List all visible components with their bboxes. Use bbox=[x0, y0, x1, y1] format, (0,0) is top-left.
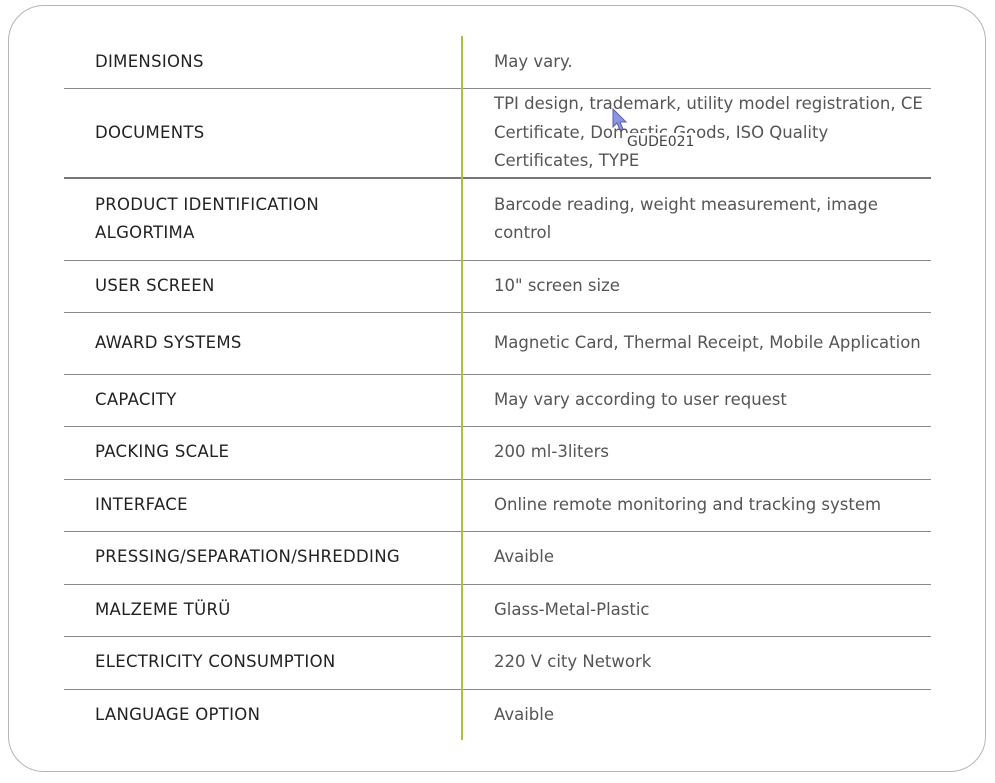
spec-row: DIMENSIONS May vary. bbox=[64, 36, 931, 88]
spec-value: 200 ml-3liters bbox=[494, 442, 610, 462]
spec-row: PRODUCT IDENTIFICATION ALGORTIMA Barcode … bbox=[64, 178, 931, 260]
spec-label: ELECTRICITY CONSUMPTION bbox=[64, 636, 463, 689]
spec-row: PACKING SCALE 200 ml-3liters bbox=[64, 426, 931, 479]
spec-value: May vary according to user request bbox=[494, 389, 787, 409]
spec-label: DOCUMENTS bbox=[64, 88, 463, 178]
spec-label: PRODUCT IDENTIFICATION ALGORTIMA bbox=[64, 178, 463, 260]
spec-label: AWARD SYSTEMS bbox=[64, 312, 463, 374]
spec-value: Avaible bbox=[494, 704, 554, 724]
spec-row: CAPACITY May vary according to user reque… bbox=[64, 374, 931, 426]
spec-value: May vary. bbox=[494, 51, 573, 71]
spec-value: Barcode reading, weight measurement, ima… bbox=[494, 194, 878, 243]
spec-label: CAPACITY bbox=[64, 374, 463, 426]
spec-row: INTERFACE Online remote monitoring and tr… bbox=[64, 479, 931, 531]
spec-value: Glass-Metal-Plastic bbox=[494, 599, 650, 619]
spec-row: MALZEME TÜRÜ Glass-Metal-Plastic bbox=[64, 584, 931, 636]
spec-row: LANGUAGE OPTION Avaible bbox=[64, 689, 931, 740]
spec-value: 220 V city Network bbox=[494, 652, 652, 672]
spec-value: Online remote monitoring and tracking sy… bbox=[494, 494, 882, 514]
spec-row: DOCUMENTS TPI design, trademark, utility … bbox=[64, 88, 931, 178]
tooltip: GUDE021 bbox=[624, 133, 698, 151]
spec-label: INTERFACE bbox=[64, 479, 463, 531]
spec-row: PRESSING/SEPARATION/SHREDDING Avaible bbox=[64, 531, 931, 584]
spec-row: AWARD SYSTEMS Magnetic Card, Thermal Rece… bbox=[64, 312, 931, 374]
spec-row: ELECTRICITY CONSUMPTION 220 V city Networ… bbox=[64, 636, 931, 689]
spec-value: 10" screen size bbox=[494, 275, 620, 295]
spec-label: MALZEME TÜRÜ bbox=[64, 584, 463, 636]
spec-label: USER SCREEN bbox=[64, 260, 463, 312]
spec-label: DIMENSIONS bbox=[64, 36, 463, 88]
spec-label: PACKING SCALE bbox=[64, 426, 463, 479]
spec-value: Magnetic Card, Thermal Receipt, Mobile A… bbox=[494, 332, 921, 352]
mouse-cursor-icon bbox=[612, 108, 628, 131]
spec-label: LANGUAGE OPTION bbox=[64, 689, 463, 740]
spec-value: Avaible bbox=[494, 547, 554, 567]
spec-label: PRESSING/SEPARATION/SHREDDING bbox=[64, 531, 463, 584]
spec-table: DIMENSIONS May vary. DOCUMENTS TPI design, … bbox=[64, 36, 931, 740]
spec-row: USER SCREEN 10" screen size bbox=[64, 260, 931, 312]
